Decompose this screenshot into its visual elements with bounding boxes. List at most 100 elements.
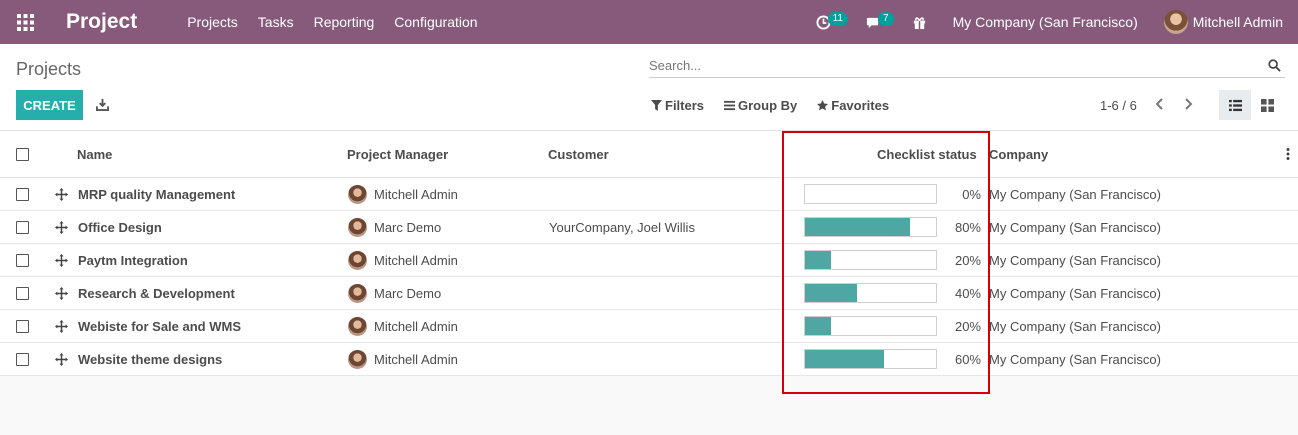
company-switcher[interactable]: My Company (San Francisco) (953, 14, 1138, 30)
manager-name: Marc Demo (374, 285, 442, 301)
table-row[interactable]: Website theme designs Mitchell Admin 60%… (0, 343, 1298, 376)
filters-toggle[interactable]: Filters (651, 98, 704, 113)
menu-configuration[interactable]: Configuration (384, 14, 487, 30)
checklist-progress (804, 277, 937, 309)
progress-bar (804, 283, 937, 303)
user-avatar (1163, 10, 1188, 34)
checklist-progress (804, 244, 937, 276)
checklist-progress (804, 310, 937, 342)
create-button[interactable]: CREATE (16, 90, 83, 120)
manager-avatar (348, 250, 367, 270)
user-menu[interactable]: Mitchell Admin (1163, 10, 1283, 34)
messaging-menu[interactable]: 7 (866, 12, 894, 30)
manager-avatar (348, 184, 367, 204)
search-options: Filters Group By Favorites (651, 98, 889, 113)
select-all-cell (16, 131, 29, 177)
top-navbar: Project Projects Tasks Reporting Configu… (0, 0, 1298, 44)
kanban-view-button[interactable] (1252, 90, 1282, 120)
project-name: MRP quality Management (78, 186, 236, 202)
groupby-toggle[interactable]: Group By (724, 98, 797, 113)
header-company[interactable]: Company (989, 131, 1048, 177)
control-panel: Projects CREATE Filters Group By Favorit… (0, 44, 1298, 131)
row-checkbox[interactable] (16, 319, 29, 333)
row-select-cell (16, 244, 29, 276)
progress-percent: 40% (954, 285, 981, 301)
table-row[interactable]: Office Design Marc Demo YourCompany, Joe… (0, 211, 1298, 244)
arrows-move-icon (55, 319, 68, 333)
header-name[interactable]: Name (77, 131, 112, 177)
company-name: My Company (San Francisco) (989, 318, 1161, 334)
progress-bar (804, 250, 937, 270)
company-name: My Company (San Francisco) (989, 351, 1161, 367)
project-manager: Marc Demo (348, 211, 441, 243)
checklist-progress (804, 178, 937, 210)
drag-handle[interactable] (55, 178, 68, 210)
pager-value[interactable]: 1-6 / 6 (1100, 98, 1137, 113)
progress-percent: 60% (954, 351, 981, 367)
chevron-right-icon[interactable] (1181, 97, 1195, 111)
menu-tasks[interactable]: Tasks (248, 14, 304, 30)
header-customer[interactable]: Customer (548, 131, 609, 177)
bars-icon (724, 100, 736, 111)
progress-percent: 80% (954, 219, 981, 235)
manager-avatar (348, 349, 367, 369)
row-checkbox[interactable] (16, 286, 29, 300)
row-select-cell (16, 277, 29, 309)
apps-menu-icon[interactable] (0, 0, 50, 44)
list-view-button[interactable] (1219, 90, 1251, 120)
row-checkbox[interactable] (16, 352, 29, 366)
table-row[interactable]: MRP quality Management Mitchell Admin 0%… (0, 178, 1298, 211)
drag-handle[interactable] (55, 277, 68, 309)
project-name: Website theme designs (78, 351, 223, 367)
table-row[interactable]: Webiste for Sale and WMS Mitchell Admin … (0, 310, 1298, 343)
row-select-cell (16, 343, 29, 375)
arrows-move-icon (55, 253, 68, 267)
menu-projects[interactable]: Projects (177, 14, 248, 30)
progress-bar-fill (805, 317, 832, 335)
drag-handle[interactable] (55, 211, 68, 243)
progress-bar (804, 217, 937, 237)
filter-icon (651, 100, 662, 111)
download-icon[interactable] (96, 98, 109, 111)
header-manager[interactable]: Project Manager (347, 131, 448, 177)
activity-badge: 11 (827, 12, 848, 26)
project-name: Webiste for Sale and WMS (78, 318, 242, 334)
company-name: My Company (San Francisco) (989, 252, 1161, 268)
select-all-checkbox[interactable] (16, 147, 29, 161)
chevron-left-icon[interactable] (1153, 97, 1167, 111)
search-bar (649, 56, 1285, 78)
arrows-move-icon (55, 286, 68, 300)
drag-handle[interactable] (55, 310, 68, 342)
manager-avatar (348, 283, 367, 303)
arrows-move-icon (55, 220, 68, 234)
ellipsis-vertical-icon (1286, 148, 1290, 160)
table-row[interactable]: Paytm Integration Mitchell Admin 20% My … (0, 244, 1298, 277)
row-select-cell (16, 178, 29, 210)
progress-bar-fill (805, 218, 910, 236)
drag-handle[interactable] (55, 343, 68, 375)
header-checklist-status[interactable]: Checklist status (877, 131, 977, 177)
progress-bar (804, 316, 937, 336)
message-badge: 7 (878, 12, 894, 26)
manager-name: Mitchell Admin (374, 252, 458, 268)
search-input[interactable] (649, 56, 1249, 73)
progress-bar-fill (805, 350, 884, 368)
table-row[interactable]: Research & Development Marc Demo 40% My … (0, 277, 1298, 310)
row-checkbox[interactable] (16, 220, 29, 234)
menu-reporting[interactable]: Reporting (304, 14, 385, 30)
row-checkbox[interactable] (16, 253, 29, 267)
optional-columns-toggle[interactable] (1286, 131, 1290, 177)
activity-menu[interactable]: 11 (816, 12, 848, 30)
company-name: My Company (San Francisco) (989, 285, 1161, 301)
favorites-toggle[interactable]: Favorites (817, 98, 889, 113)
app-brand[interactable]: Project (66, 10, 137, 34)
project-manager: Mitchell Admin (348, 178, 458, 210)
customer-name: YourCompany, Joel Willis (549, 219, 695, 235)
projects-list: Name Project Manager Customer Checklist … (0, 131, 1298, 376)
progress-percent: 0% (962, 186, 981, 202)
gift-menu[interactable] (912, 15, 927, 30)
search-icon[interactable] (1268, 59, 1281, 72)
project-name: Office Design (78, 219, 162, 235)
drag-handle[interactable] (55, 244, 68, 276)
row-checkbox[interactable] (16, 187, 29, 201)
